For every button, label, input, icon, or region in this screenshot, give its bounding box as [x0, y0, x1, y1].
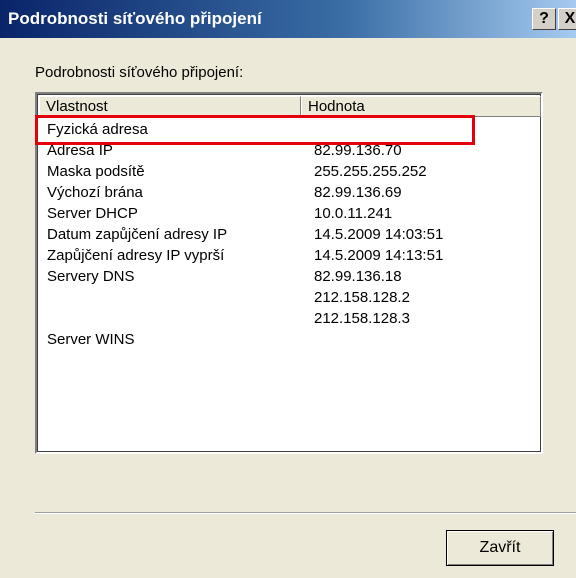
- list-item[interactable]: Servery DNS 82.99.136.18: [39, 266, 539, 287]
- property-cell: Maska podsítě: [47, 163, 145, 180]
- column-header-property[interactable]: Vlastnost: [39, 96, 301, 117]
- value-cell: 212.158.128.2: [314, 289, 410, 306]
- value-cell: 82.99.136.69: [314, 184, 402, 201]
- value-cell: 14.5.2009 14:03:51: [314, 226, 444, 243]
- property-cell: Server WINS: [47, 331, 135, 348]
- property-cell: Výchozí brána: [47, 184, 143, 201]
- list-item[interactable]: Maska podsítě 255.255.255.252: [39, 161, 539, 182]
- property-cell: Server DHCP: [47, 205, 138, 222]
- property-cell: Datum zapůjčení adresy IP: [47, 226, 228, 243]
- list-item[interactable]: Server DHCP 10.0.11.241: [39, 203, 539, 224]
- value-cell: 255.255.255.252: [314, 163, 427, 180]
- list-item[interactable]: 212.158.128.3: [39, 308, 539, 329]
- property-cell: Servery DNS: [47, 268, 135, 285]
- title-close-button[interactable]: X: [558, 8, 576, 30]
- value-cell: 212.158.128.3: [314, 310, 410, 327]
- title-bar[interactable]: Podrobnosti síťového připojení ? X: [0, 0, 576, 38]
- list-item[interactable]: Zapůjčení adresy IP vyprší 14.5.2009 14:…: [39, 245, 539, 266]
- details-list[interactable]: Vlastnost Hodnota Fyzická adresa Adresa …: [35, 92, 543, 454]
- value-cell: 14.5.2009 14:13:51: [314, 247, 444, 264]
- list-rows: Fyzická adresa Adresa IP 82.99.136.70 Ma…: [39, 119, 539, 350]
- window-title: Podrobnosti síťového připojení: [8, 9, 262, 28]
- highlight-box: [35, 115, 475, 145]
- column-header-value[interactable]: Hodnota: [301, 96, 541, 117]
- list-item[interactable]: Datum zapůjčení adresy IP 14.5.2009 14:0…: [39, 224, 539, 245]
- help-button[interactable]: ?: [532, 8, 556, 30]
- details-group-label: Podrobnosti síťového připojení:: [35, 64, 244, 81]
- list-item[interactable]: Výchozí brána 82.99.136.69: [39, 182, 539, 203]
- list-item[interactable]: 212.158.128.2: [39, 287, 539, 308]
- network-details-dialog: Podrobnosti síťového připojení ? X Podro…: [0, 0, 576, 578]
- divider: [35, 512, 576, 514]
- help-icon: ?: [539, 10, 549, 27]
- list-item[interactable]: Server WINS: [39, 329, 539, 350]
- property-cell: Zapůjčení adresy IP vyprší: [47, 247, 225, 264]
- value-cell: 82.99.136.18: [314, 268, 402, 285]
- value-cell: 10.0.11.241: [314, 205, 393, 222]
- close-icon: X: [564, 10, 576, 27]
- close-button[interactable]: Zavřít: [446, 530, 554, 566]
